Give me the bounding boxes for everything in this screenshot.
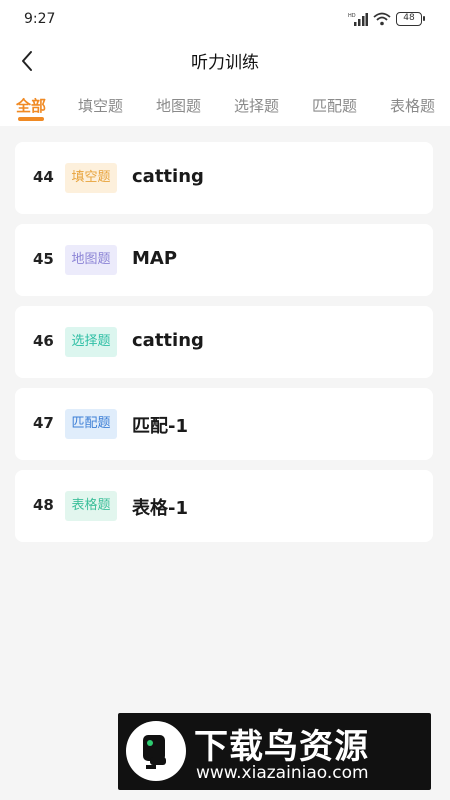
watermark-brand: 下载鸟资源 <box>194 727 369 767</box>
page-title: 听力训练 <box>191 53 259 73</box>
list-item[interactable]: 44 填空题 catting <box>15 142 433 214</box>
item-title: MAP <box>132 248 178 269</box>
item-tag: 地图题 <box>65 245 117 275</box>
item-tag: 选择题 <box>65 327 117 357</box>
tab-matching[interactable]: 匹配题 <box>312 95 357 116</box>
tab-map[interactable]: 地图题 <box>156 95 201 116</box>
tab-table[interactable]: 表格题 <box>390 95 435 116</box>
signal-icon: HD <box>348 13 368 26</box>
item-number: 48 <box>33 496 54 514</box>
status-bar: 9:27 HD 48 <box>0 0 450 40</box>
tab-choice[interactable]: 选择题 <box>234 95 279 116</box>
item-title: 匹配-1 <box>132 416 188 437</box>
item-number: 47 <box>33 414 54 432</box>
svg-text:HD: HD <box>348 13 356 19</box>
tab-bar: 全部 填空题 地图题 选择题 匹配题 表格题 <box>0 80 450 126</box>
list-item[interactable]: 46 选择题 catting <box>15 306 433 378</box>
list-item[interactable]: 45 地图题 MAP <box>15 224 433 296</box>
item-number: 44 <box>33 168 54 186</box>
tab-indicator <box>18 117 44 121</box>
nav-bar: 听力训练 <box>0 40 450 80</box>
wifi-icon <box>373 12 391 26</box>
item-tag: 填空题 <box>65 163 117 193</box>
list-item[interactable]: 48 表格题 表格-1 <box>15 470 433 542</box>
item-title: 表格-1 <box>132 498 188 519</box>
tab-fill-blank[interactable]: 填空题 <box>78 95 123 116</box>
item-number: 45 <box>33 250 54 268</box>
item-tag: 表格题 <box>65 491 117 521</box>
watermark-banner: 下载鸟资源 www.xiazainiao.com <box>118 713 431 790</box>
battery-icon: 48 <box>396 12 425 26</box>
list-item[interactable]: 47 匹配题 匹配-1 <box>15 388 433 460</box>
exercise-list: 44 填空题 catting 45 地图题 MAP 46 选择题 catting… <box>15 142 433 552</box>
tab-all[interactable]: 全部 <box>16 95 46 116</box>
bird-logo-icon <box>126 721 186 781</box>
status-icons: HD 48 <box>348 12 425 26</box>
item-number: 46 <box>33 332 54 350</box>
item-title: catting <box>132 166 204 187</box>
watermark-url: www.xiazainiao.com <box>196 763 369 783</box>
item-tag: 匹配题 <box>65 409 117 439</box>
item-title: catting <box>132 330 204 351</box>
status-time: 9:27 <box>24 11 56 27</box>
